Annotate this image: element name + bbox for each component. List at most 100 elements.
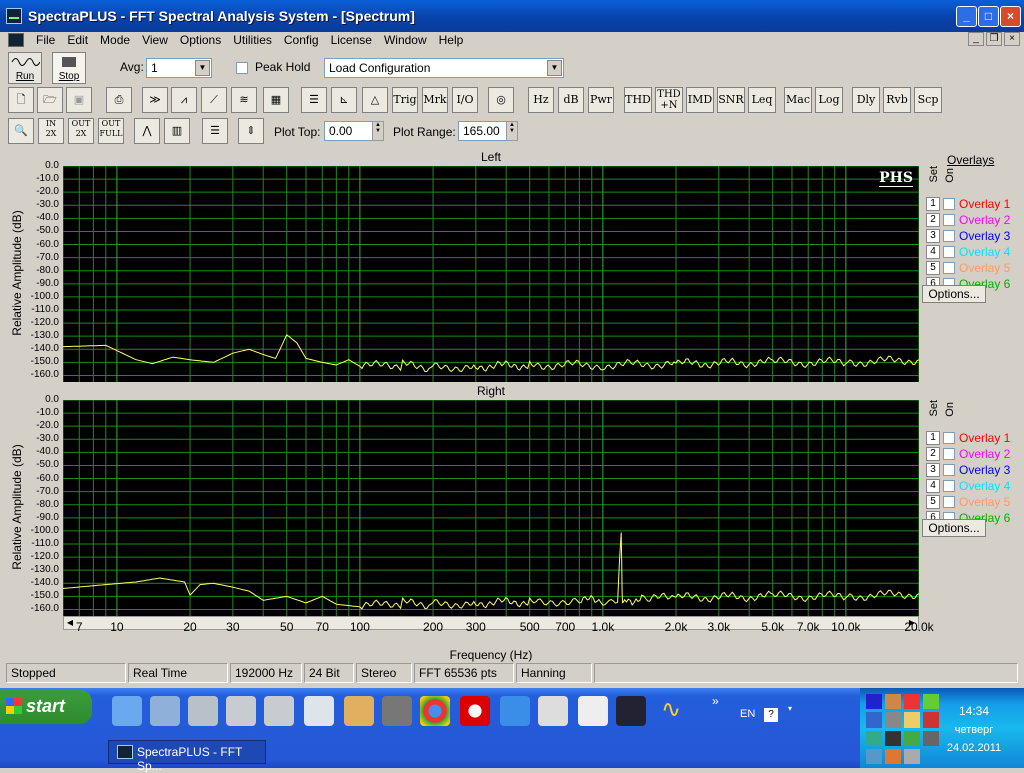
document-icon[interactable] <box>8 33 24 47</box>
menu-license[interactable]: License <box>325 33 378 47</box>
zoom-out-2x-icon[interactable]: OUT 2X <box>68 118 94 144</box>
overlay-set-button[interactable]: 4 <box>926 479 940 493</box>
spectrum-plot[interactable]: PHS <box>62 165 920 382</box>
app-icon[interactable] <box>6 8 22 24</box>
open-folder-icon[interactable]: 🗁 <box>37 87 63 113</box>
overlays-header[interactable]: Overlays <box>947 153 994 167</box>
thdn-button[interactable]: THD +N <box>655 87 683 113</box>
run-button[interactable]: Run <box>8 52 42 84</box>
tray-icon[interactable] <box>904 730 920 746</box>
peak-hold-checkbox[interactable] <box>236 62 248 74</box>
mdi-restore-button[interactable]: ❐ <box>986 32 1002 46</box>
io-button[interactable]: I/O <box>452 87 478 113</box>
mrk-button[interactable]: Mrk <box>422 87 448 113</box>
db-button[interactable]: dB <box>558 87 584 113</box>
overlay-set-button[interactable]: 2 <box>926 447 940 461</box>
pwr-button[interactable]: Pwr <box>588 87 614 113</box>
spectrogram-icon[interactable]: ▦ <box>263 87 289 113</box>
overlay-row[interactable]: 4 Overlay 4 <box>926 244 1010 260</box>
vertical-scale-icon[interactable]: ⇕ <box>238 118 264 144</box>
sine-wave-icon[interactable]: ∿ <box>656 696 686 726</box>
overlay-checkbox[interactable] <box>943 246 955 258</box>
avg-select[interactable]: 1 ▼ <box>146 58 212 78</box>
overlay-checkbox[interactable] <box>943 198 955 210</box>
mdi-close-button[interactable]: × <box>1004 32 1020 46</box>
rvb-button[interactable]: Rvb <box>883 87 911 113</box>
drive-icon[interactable] <box>226 696 256 726</box>
menu-file[interactable]: File <box>30 33 61 47</box>
overlay-set-button[interactable]: 5 <box>926 261 940 275</box>
tray-icon[interactable] <box>885 694 901 710</box>
overlay-checkbox[interactable] <box>943 214 955 226</box>
waterfall-icon[interactable]: ≋ <box>231 87 257 113</box>
menu-window[interactable]: Window <box>378 33 433 47</box>
menu-mode[interactable]: Mode <box>94 33 136 47</box>
scp-button[interactable]: Scp <box>914 87 942 113</box>
maximize-button[interactable]: □ <box>978 6 999 27</box>
tray-icon[interactable] <box>866 694 882 710</box>
overlay-checkbox[interactable] <box>943 448 955 460</box>
cd-drive-icon[interactable] <box>304 696 334 726</box>
minimize-button[interactable]: _ <box>956 6 977 27</box>
overlay-set-button[interactable]: 5 <box>926 495 940 509</box>
log-button[interactable]: Log <box>815 87 843 113</box>
save-icon[interactable]: ▣ <box>66 87 92 113</box>
opera-icon[interactable] <box>460 696 490 726</box>
menu-utilities[interactable]: Utilities <box>227 33 278 47</box>
tray-icon[interactable] <box>866 730 882 746</box>
overlay-set-button[interactable]: 3 <box>926 229 940 243</box>
calculator-icon[interactable] <box>578 696 608 726</box>
zoom-icon[interactable]: 🔍 <box>8 118 34 144</box>
calculator-icon[interactable] <box>538 696 568 726</box>
overlay-row[interactable]: 5 Overlay 5 <box>926 494 1010 510</box>
tray-icon[interactable] <box>866 712 882 728</box>
chevron-down-icon[interactable]: ▼ <box>195 60 210 76</box>
tray-icon[interactable] <box>866 748 882 764</box>
mdi-minimize-button[interactable]: _ <box>968 32 984 46</box>
overlay-set-button[interactable]: 1 <box>926 197 940 211</box>
stop-button[interactable]: Stop <box>52 52 86 84</box>
overlay-set-button[interactable]: 4 <box>926 245 940 259</box>
clock-time[interactable]: 14:34 <box>934 704 1014 718</box>
plot-range-spinner[interactable]: ▲ ▼ <box>506 121 518 141</box>
peak-line-icon[interactable]: ⋀ <box>134 118 160 144</box>
print-icon[interactable]: ⎙ <box>106 87 132 113</box>
overlay-checkbox[interactable] <box>943 464 955 476</box>
internet-explorer-icon[interactable] <box>500 696 530 726</box>
chevron-down-icon[interactable]: ▼ <box>547 60 562 76</box>
tray-icon[interactable] <box>885 730 901 746</box>
overlay-set-button[interactable]: 1 <box>926 431 940 445</box>
overlay-options-button[interactable]: Options... <box>922 285 986 303</box>
overlay-set-button[interactable]: 2 <box>926 213 940 227</box>
config-select[interactable]: Load Configuration ▼ <box>324 58 564 78</box>
more-chevron-icon[interactable]: » <box>712 694 719 708</box>
overlay-row[interactable]: 2 Overlay 2 <box>926 212 1010 228</box>
settings-list-icon[interactable]: ☰ <box>202 118 228 144</box>
overlay-row[interactable]: 1 Overlay 1 <box>926 196 1010 212</box>
thd-button[interactable]: THD <box>624 87 652 113</box>
menu-config[interactable]: Config <box>278 33 325 47</box>
leq-button[interactable]: Leq <box>748 87 776 113</box>
sine-generator-icon[interactable]: ◎ <box>488 87 514 113</box>
overlay-checkbox[interactable] <box>943 262 955 274</box>
tray-icon[interactable] <box>904 694 920 710</box>
fast-forward-icon[interactable]: ≫ <box>142 87 168 113</box>
language-indicator[interactable]: EN <box>740 708 755 720</box>
user-icon[interactable] <box>344 696 374 726</box>
overlay-row[interactable]: 4 Overlay 4 <box>926 478 1010 494</box>
overlay-checkbox[interactable] <box>943 432 955 444</box>
overlay-checkbox[interactable] <box>943 480 955 492</box>
overlay-row[interactable]: 2 Overlay 2 <box>926 446 1010 462</box>
menu-view[interactable]: View <box>136 33 174 47</box>
close-button[interactable]: × <box>1000 6 1021 27</box>
drive-remove-icon[interactable] <box>188 696 218 726</box>
menu-edit[interactable]: Edit <box>61 33 94 47</box>
tray-icon[interactable] <box>885 748 901 764</box>
start-button[interactable]: start <box>0 690 92 724</box>
options-arrow-icon[interactable]: ▾ <box>788 704 792 713</box>
overlay-checkbox[interactable] <box>943 230 955 242</box>
trig-button[interactable]: Trig <box>392 87 418 113</box>
list-icon[interactable]: ☰ <box>301 87 327 113</box>
kmplayer-icon[interactable] <box>616 696 646 726</box>
chrome-icon[interactable] <box>420 696 450 726</box>
